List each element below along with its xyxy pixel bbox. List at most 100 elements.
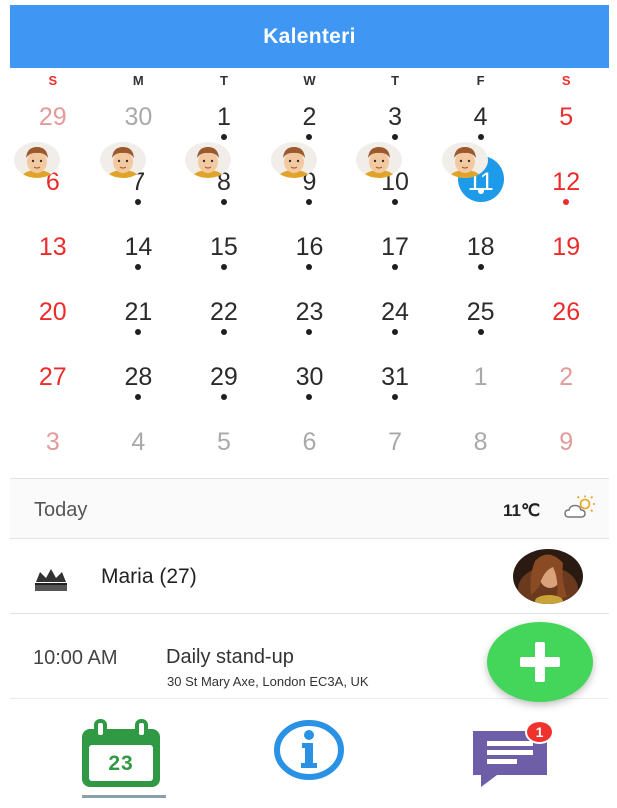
calendar-day[interactable]: 5 (181, 412, 267, 477)
event-location: 30 St Mary Axe, London EC3A, UK (167, 674, 369, 689)
add-event-button[interactable] (487, 622, 593, 702)
calendar-day[interactable]: 8 (181, 142, 267, 217)
temperature: 11℃ (503, 501, 541, 520)
day-number: 25 (466, 298, 495, 326)
day-number: 3 (45, 428, 60, 456)
calendar-day[interactable]: 21 (96, 282, 182, 347)
calendar-day[interactable]: 19 (523, 217, 609, 282)
today-row[interactable]: Today 11℃ (10, 478, 609, 538)
calendar-day[interactable]: 22 (181, 282, 267, 347)
day-number: 2 (559, 363, 574, 391)
messages-badge: 1 (525, 720, 554, 744)
calendar-day[interactable]: 9 (523, 412, 609, 477)
event-indicator-dot (220, 329, 227, 335)
day-number: 1 (473, 363, 488, 391)
calendar-day[interactable]: 29 (181, 347, 267, 412)
day-number: 16 (295, 233, 324, 261)
event-indicator-dot (477, 329, 484, 335)
calendar-day[interactable]: 6 (10, 142, 96, 217)
day-number: 15 (210, 233, 238, 261)
calendar-day[interactable]: 27 (10, 347, 96, 412)
calendar-day[interactable]: 10 (352, 142, 438, 217)
partly-cloudy-icon (563, 495, 597, 526)
calendar-day[interactable]: 3 (352, 87, 438, 152)
calendar-day[interactable]: 17 (352, 217, 438, 282)
attendee-avatar (14, 142, 60, 178)
calendar-day[interactable]: 30 (267, 347, 353, 412)
calendar-day[interactable]: 9 (267, 142, 353, 217)
today-label: Today (34, 499, 88, 521)
day-number: 18 (466, 233, 495, 261)
event-indicator-dot (220, 134, 227, 140)
calendar-day[interactable]: 4 (96, 412, 182, 477)
active-tab-indicator (82, 795, 166, 798)
day-number: 28 (124, 363, 153, 391)
day-number: 19 (552, 233, 581, 261)
calendar-day[interactable]: 18 (438, 217, 524, 282)
plus-icon (520, 642, 560, 682)
calendar-day[interactable]: 30 (96, 87, 182, 152)
calendar-day[interactable]: 28 (96, 347, 182, 412)
calendar-day[interactable]: 25 (438, 282, 524, 347)
calendar-day[interactable]: 6 (267, 412, 353, 477)
calendar-day[interactable]: 7 (96, 142, 182, 217)
calendar-day[interactable]: 14 (96, 217, 182, 282)
day-number: 30 (295, 363, 324, 391)
calendar-day[interactable]: 16 (267, 217, 353, 282)
day-number: 4 (131, 428, 146, 456)
attendee-avatar (185, 142, 232, 178)
app-screen: Kalenteri SMTWTFS 29 30 1 2 3 4 5 6 7 8 9 10 11 12 13 1… (10, 5, 609, 808)
calendar-day[interactable]: 20 (10, 282, 96, 347)
day-number: 6 (302, 428, 317, 456)
event-indicator-dot (220, 394, 227, 400)
day-number: 7 (388, 428, 403, 456)
calendar-day[interactable]: 12 (523, 152, 609, 217)
calendar-day[interactable]: 31 (352, 347, 438, 412)
bottom-navigation: 23 1 (10, 698, 609, 808)
event-indicator-dot (477, 134, 484, 140)
calendar-day[interactable]: 7 (352, 412, 438, 477)
contact-photo[interactable] (513, 549, 583, 604)
calendar-day[interactable]: 24 (352, 282, 438, 347)
day-number: 5 (559, 103, 574, 131)
attendee-avatar (441, 142, 488, 178)
event-indicator-dot (220, 264, 227, 270)
calendar-day[interactable]: 1 (181, 87, 267, 152)
day-number: 23 (295, 298, 324, 326)
calendar-day[interactable]: 23 (267, 282, 353, 347)
calendar-day[interactable]: 13 (10, 217, 96, 282)
day-number: 21 (124, 298, 153, 326)
calendar-day[interactable]: 3 (10, 412, 96, 477)
day-number: 20 (38, 298, 67, 326)
day-number: 26 (552, 298, 581, 326)
day-number: 24 (381, 298, 409, 326)
day-number: 9 (559, 428, 574, 456)
calendar-day[interactable]: 26 (523, 282, 609, 347)
calendar-day[interactable]: 2 (523, 347, 609, 412)
day-number: 14 (124, 233, 153, 261)
tab-info[interactable] (272, 719, 346, 786)
event-indicator-dot (477, 264, 484, 270)
day-number: 17 (381, 233, 409, 261)
event-indicator-dot (477, 188, 484, 194)
info-icon (274, 720, 344, 780)
day-number: 31 (381, 363, 409, 391)
calendar-day[interactable]: 1 (438, 347, 524, 412)
tab-calendar[interactable]: 23 (76, 719, 166, 794)
day-number: 29 (210, 363, 238, 391)
app-bar: Kalenteri (10, 5, 609, 68)
attendee-avatar (270, 142, 317, 178)
calendar-day[interactable]: 29 (10, 87, 96, 152)
calendar-day[interactable]: 2 (267, 87, 353, 152)
calendar-day[interactable]: 15 (181, 217, 267, 282)
calendar-day[interactable]: 8 (438, 412, 524, 477)
month-grid: 29 30 1 2 3 4 5 6 7 8 9 10 11 12 13 14 15 16 17 18 19 20 21 22 2… (10, 87, 609, 477)
calendar-day-selected[interactable]: 11 (438, 142, 524, 217)
calendar-day[interactable]: 4 (438, 87, 524, 152)
calendar-day[interactable]: 5 (523, 87, 609, 152)
event-indicator-dot (220, 199, 227, 205)
calendar-tab-day: 23 (108, 752, 134, 775)
birthday-row[interactable]: Maria (27) (10, 538, 609, 613)
attendee-avatar (356, 142, 403, 178)
day-number: 13 (38, 233, 67, 261)
